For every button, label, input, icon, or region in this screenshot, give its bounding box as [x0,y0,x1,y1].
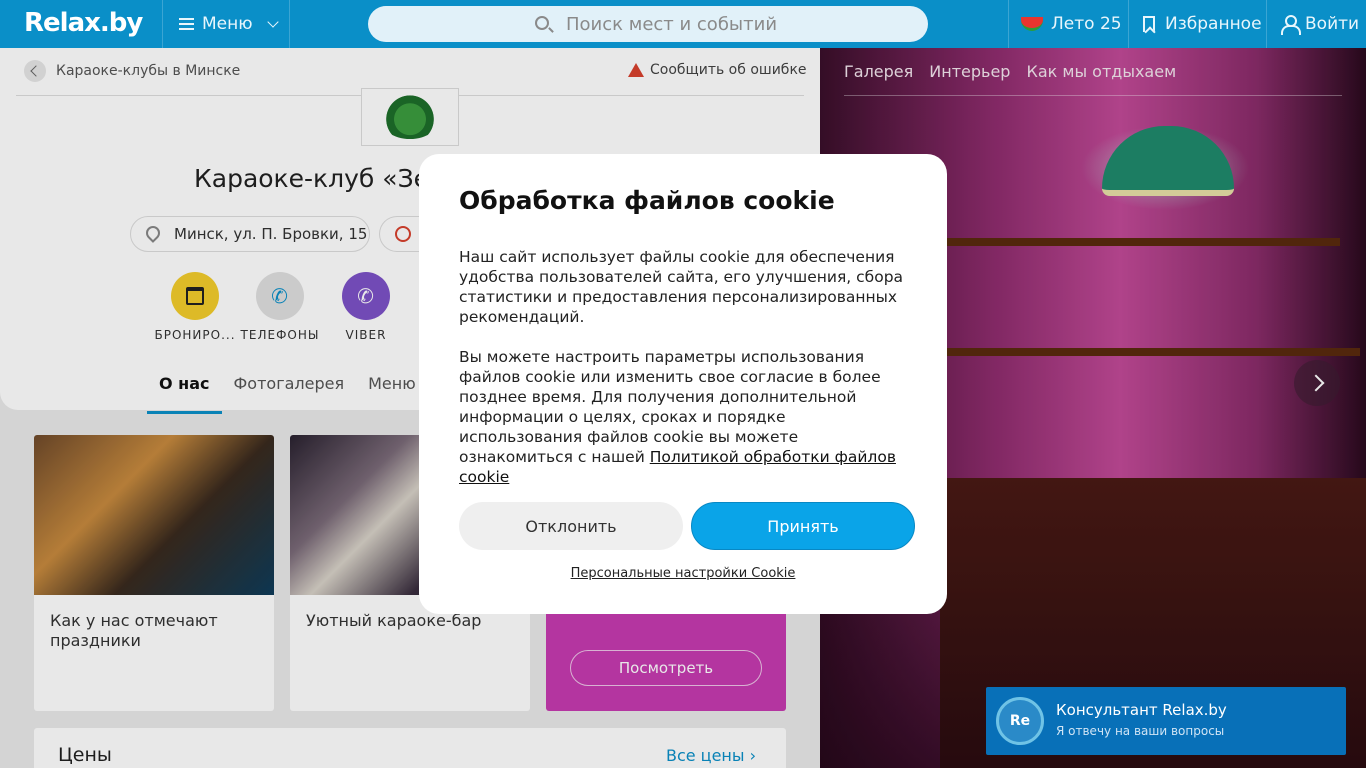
login-label: Войти [1305,14,1360,34]
consultant-avatar: Re [996,697,1044,745]
cookie-paragraph-1: Наш сайт использует файлы cookie для обе… [459,248,904,326]
menu-button[interactable]: Меню [162,0,290,48]
menu-label: Меню [202,14,253,34]
login-link[interactable]: Войти [1266,0,1366,48]
chevron-down-icon [266,16,279,28]
summer-label: Лето 25 [1051,14,1122,34]
watermelon-icon [1021,17,1043,31]
cookie-dialog: Обработка файлов cookie Наш сайт использ… [419,154,947,614]
favorites-link[interactable]: Избранное [1128,0,1266,48]
site-logo[interactable]: Relax.by [24,8,143,38]
search-icon [535,16,549,30]
summer-link[interactable]: Лето 25 [1008,0,1128,48]
cookie-dialog-title: Обработка файлов cookie [459,186,835,215]
decline-button[interactable]: Отклонить [459,502,683,550]
accept-button[interactable]: Принять [691,502,915,550]
search-placeholder: Поиск мест и событий [566,13,778,35]
cookie-paragraph-2: Вы можете настроить параметры использова… [459,347,907,487]
personal-cookie-settings-link[interactable]: Персональные настройки Cookie [419,566,947,581]
chat-title: Консультант Relax.by [1056,701,1227,719]
favorites-label: Избранное [1165,14,1262,34]
chat-subtitle: Я отвечу на ваши вопросы [1056,724,1225,738]
hamburger-icon [179,18,194,30]
chat-widget[interactable]: Re Консультант Relax.by Я отвечу на ваши… [986,687,1346,755]
site-header: Relax.by Меню Поиск мест и событий Лето … [0,0,1366,48]
user-icon [1281,15,1301,35]
bookmark-icon [1143,16,1155,32]
search-input[interactable]: Поиск мест и событий [368,6,928,42]
